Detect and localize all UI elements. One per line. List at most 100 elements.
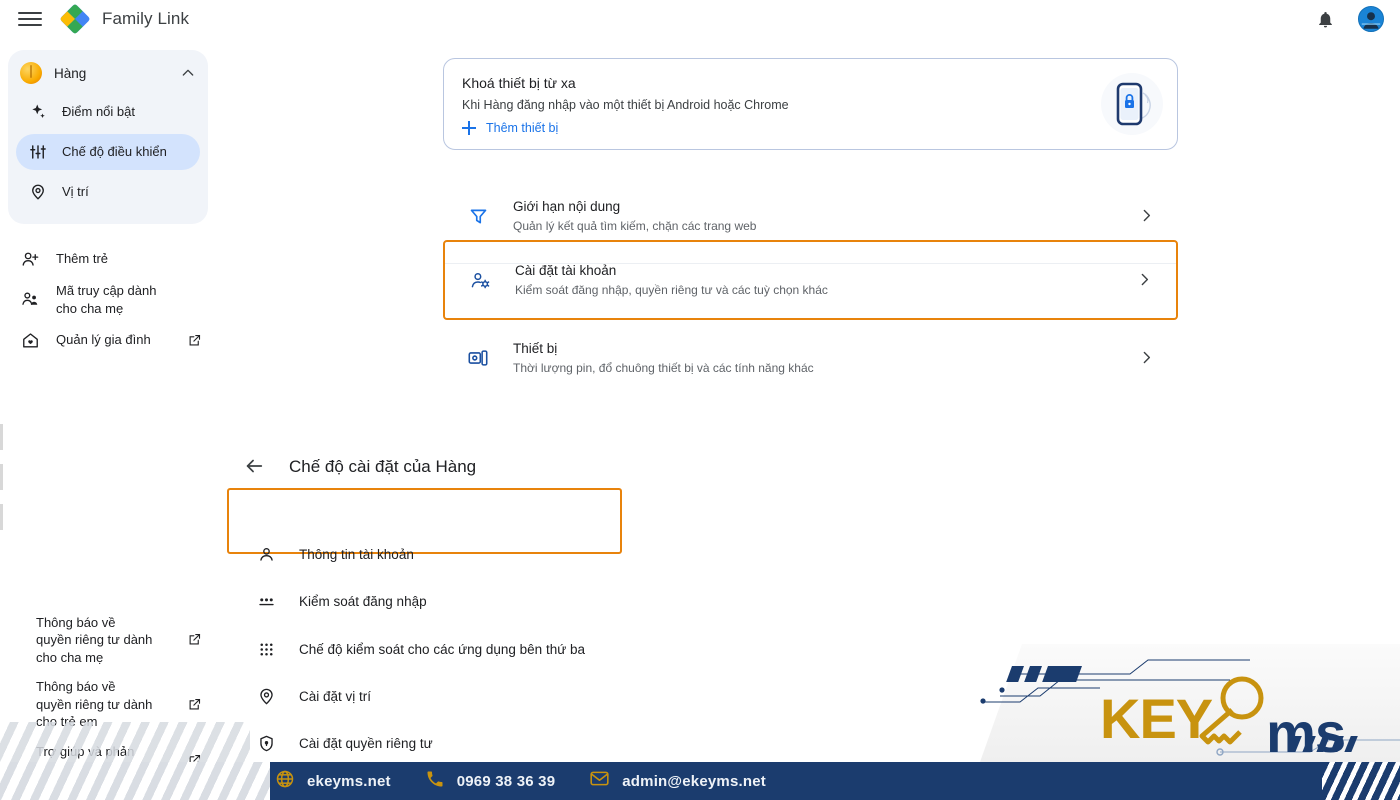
arrow-back-icon[interactable] bbox=[243, 455, 267, 479]
keyms-watermark: KEY ms bbox=[980, 644, 1400, 762]
sidebar-item-label: Vị trí bbox=[62, 183, 89, 199]
plus-icon bbox=[462, 121, 476, 135]
sidebar-item-parent-privacy-notice[interactable]: Thông báo về quyền riêng tư dành cho cha… bbox=[0, 608, 216, 673]
row-subtitle: Kiểm soát đăng nhập, quyền riêng tư và c… bbox=[515, 283, 828, 297]
hamburger-menu-icon[interactable] bbox=[18, 7, 42, 31]
user-avatar[interactable] bbox=[1358, 6, 1384, 32]
banner-stripes-right bbox=[1322, 762, 1400, 800]
person-icon bbox=[255, 545, 277, 564]
shield-privacy-icon bbox=[255, 734, 277, 753]
banner-website-text: ekeyms.net bbox=[307, 772, 391, 790]
sidebar-item-child-privacy-notice[interactable]: Thông báo về quyền riêng tư dành cho trẻ… bbox=[0, 672, 216, 737]
scroll-tick bbox=[0, 464, 3, 490]
sidebar-item-family-management[interactable]: Quản lý gia đình bbox=[0, 323, 216, 357]
sub-item-label: Thông tin tài khoản bbox=[299, 547, 414, 562]
sub-item-location-settings[interactable]: Cài đặt vị trí bbox=[227, 673, 622, 720]
banner-website[interactable]: ekeyms.net bbox=[275, 769, 391, 794]
sub-item-privacy-settings[interactable]: Cài đặt quyền riêng tư bbox=[227, 720, 622, 767]
row-devices[interactable]: Thiết bị Thời lượng pin, đổ chuông thiết… bbox=[443, 326, 1178, 390]
person-add-icon bbox=[20, 249, 40, 269]
row-title: Giới hạn nội dung bbox=[513, 199, 621, 214]
chevron-right-icon[interactable] bbox=[1138, 207, 1156, 225]
remote-lock-card: Khoá thiết bị từ xa Khi Hàng đăng nhập v… bbox=[443, 58, 1178, 150]
sidebar-footer-label: Thông báo về quyền riêng tư dành cho trẻ… bbox=[36, 679, 153, 730]
sidebar-item-controls[interactable]: Chế độ điều khiển bbox=[16, 134, 200, 170]
row-text: Giới hạn nội dung Quản lý kết quả tìm ki… bbox=[513, 199, 1138, 233]
row-text: Cài đặt tài khoản Kiểm soát đăng nhập, q… bbox=[515, 263, 1136, 297]
location-pin-icon bbox=[255, 687, 277, 706]
sub-item-label: Kiểm soát đăng nhập bbox=[299, 594, 427, 609]
password-dots-icon bbox=[255, 592, 277, 611]
external-link-icon[interactable] bbox=[187, 333, 202, 348]
contact-banner: ekeyms.net 0969 38 36 39 admin@ekeyms.ne… bbox=[0, 762, 1400, 800]
page-title: Family Link bbox=[102, 9, 190, 28]
sidebar-actions: Thêm trẻ Mã truy cập dành cho cha mẹ Quả… bbox=[0, 242, 216, 357]
sparkle-icon bbox=[28, 102, 48, 122]
sidebar-footer: Thông báo về quyền riêng tư dành cho cha… bbox=[0, 608, 216, 784]
sub-item-label: Cài đặt vị trí bbox=[299, 689, 372, 704]
chevron-right-icon[interactable] bbox=[1138, 349, 1156, 367]
child-section: Hàng Điểm nổi bật Chế độ điều khiển Vị t… bbox=[8, 50, 208, 224]
sidebar-item-parent-access-code[interactable]: Mã truy cập dành cho cha mẹ bbox=[0, 276, 216, 323]
app-root: Family Link Hàng Điểm nổi bật Chế độ điề… bbox=[0, 0, 1400, 800]
banner-phone-text: 0969 38 36 39 bbox=[456, 772, 556, 790]
sidebar: Hàng Điểm nổi bật Chế độ điều khiển Vị t… bbox=[0, 38, 216, 800]
tune-sliders-icon bbox=[28, 142, 48, 162]
chevron-up-icon[interactable] bbox=[180, 65, 196, 81]
banner-email[interactable]: admin@ekeyms.net bbox=[589, 768, 766, 794]
external-link-icon[interactable] bbox=[187, 697, 202, 712]
sidebar-item-label: Quản lý gia đình bbox=[56, 332, 151, 348]
keyms-brand-ms: ms bbox=[1266, 701, 1346, 762]
family-link-logo-icon bbox=[59, 3, 91, 35]
sidebar-item-label: Thêm trẻ bbox=[56, 251, 109, 267]
add-device-button[interactable]: Thêm thiết bị bbox=[462, 121, 1159, 135]
sub-panel-header: Chế độ cài đặt của Hàng bbox=[243, 455, 476, 479]
remote-lock-title: Khoá thiết bị từ xa bbox=[462, 75, 576, 91]
child-avatar-icon bbox=[20, 62, 42, 84]
devices-icon bbox=[465, 347, 491, 369]
phone-lock-illustration bbox=[1099, 71, 1165, 137]
location-pin-icon bbox=[28, 182, 48, 202]
remote-lock-subtitle: Khi Hàng đăng nhập vào một thiết bị Andr… bbox=[462, 98, 789, 112]
sub-item-account-info[interactable]: Thông tin tài khoản bbox=[227, 531, 622, 578]
keyms-brand-key: KEY bbox=[1100, 687, 1213, 750]
sub-item-label: Cài đặt quyền riêng tư bbox=[299, 736, 433, 751]
sidebar-item-label: Điểm nổi bật bbox=[62, 103, 135, 119]
sub-item-signin-controls[interactable]: Kiểm soát đăng nhập bbox=[227, 578, 622, 625]
sidebar-item-highlights[interactable]: Điểm nổi bật bbox=[16, 94, 200, 130]
sidebar-item-add-child[interactable]: Thêm trẻ bbox=[0, 242, 216, 276]
row-text: Thiết bị Thời lượng pin, đổ chuông thiết… bbox=[513, 341, 1138, 375]
chevron-right-icon[interactable] bbox=[1136, 271, 1154, 289]
notifications-bell-icon[interactable] bbox=[1314, 8, 1336, 30]
account-settings-icon bbox=[467, 270, 493, 291]
banner-stripes-left bbox=[0, 762, 270, 800]
scroll-tick bbox=[0, 504, 3, 530]
row-content-restrictions[interactable]: Giới hạn nội dung Quản lý kết quả tìm ki… bbox=[443, 184, 1178, 248]
row-account-settings[interactable]: Cài đặt tài khoản Kiểm soát đăng nhập, q… bbox=[443, 240, 1178, 320]
banner-email-text: admin@ekeyms.net bbox=[622, 772, 766, 790]
banner-phone[interactable]: 0969 38 36 39 bbox=[425, 769, 556, 794]
row-subtitle: Quản lý kết quả tìm kiếm, chặn các trang… bbox=[513, 219, 757, 233]
external-link-icon[interactable] bbox=[187, 632, 202, 647]
keyms-brand-text: KEY ms bbox=[1100, 686, 1346, 762]
apps-grid-icon bbox=[255, 640, 277, 659]
row-subtitle: Thời lượng pin, đổ chuông thiết bị và cá… bbox=[513, 361, 814, 375]
sidebar-item-location[interactable]: Vị trí bbox=[16, 174, 200, 210]
home-heart-icon bbox=[20, 330, 40, 350]
envelope-icon bbox=[589, 768, 610, 794]
globe-icon bbox=[275, 769, 295, 794]
sidebar-item-label: Mã truy cập dành cho cha mẹ bbox=[56, 283, 157, 316]
scroll-tick bbox=[0, 424, 3, 450]
app-header: Family Link bbox=[0, 0, 1400, 38]
add-device-label: Thêm thiết bị bbox=[486, 121, 559, 135]
sub-item-third-party-apps[interactable]: Chế độ kiểm soát cho các ứng dụng bên th… bbox=[227, 626, 657, 673]
sidebar-footer-label: Thông báo về quyền riêng tư dành cho cha… bbox=[36, 614, 153, 665]
row-title: Thiết bị bbox=[513, 341, 558, 356]
supervisor-account-icon bbox=[20, 290, 40, 310]
child-name: Hàng bbox=[54, 65, 87, 81]
phone-icon bbox=[425, 769, 445, 794]
row-title: Cài đặt tài khoản bbox=[515, 263, 617, 278]
sidebar-item-label: Chế độ điều khiển bbox=[62, 143, 167, 159]
child-header[interactable]: Hàng bbox=[8, 56, 208, 90]
sub-item-label: Chế độ kiểm soát cho các ứng dụng bên th… bbox=[299, 642, 586, 657]
